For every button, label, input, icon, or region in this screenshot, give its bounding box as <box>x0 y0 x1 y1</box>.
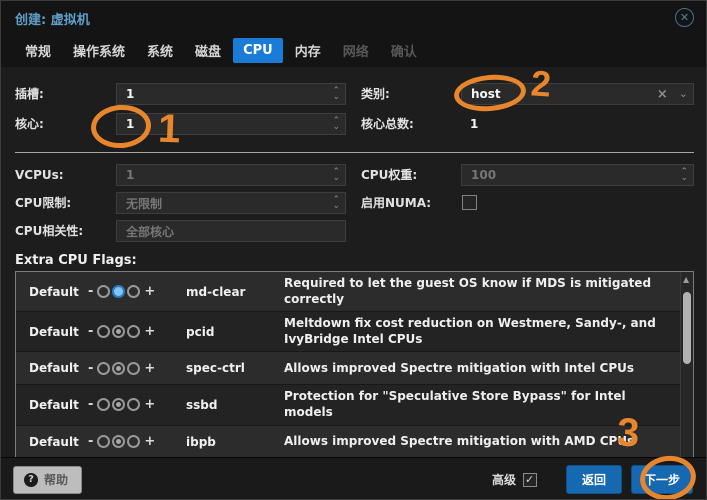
flag-row-spec-ctrl[interactable]: Default - + spec-ctrl Allows improved Sp… <box>16 352 680 386</box>
minus-icon[interactable]: - <box>88 284 93 299</box>
plus-icon[interactable]: + <box>144 284 155 299</box>
total-cores-value: 1 <box>470 117 479 131</box>
spinner-arrows-icon[interactable]: ⌃ ⌄ <box>327 117 345 132</box>
radio-off[interactable] <box>97 435 111 449</box>
minus-icon[interactable]: - <box>88 361 93 376</box>
section-divider <box>15 152 694 153</box>
plus-icon[interactable]: + <box>144 397 155 412</box>
radio-off[interactable] <box>97 285 111 299</box>
cpu-affinity-label: CPU相关性: <box>15 224 84 238</box>
chevron-down-icon[interactable]: ⌄ <box>674 88 693 99</box>
cores-label: 核心: <box>15 117 44 131</box>
create-vm-dialog: 创建: 虚拟机 ✕ 常规 操作系统 系统 磁盘 CPU 内存 网络 确认 插槽:… <box>0 0 707 500</box>
spinner-arrows-icon: ⌃ ⌄ <box>332 195 340 211</box>
plus-icon[interactable]: + <box>144 324 155 339</box>
tab-bar: 常规 操作系统 系统 磁盘 CPU 内存 网络 确认 <box>1 33 706 67</box>
flag-radio-group[interactable]: - + <box>88 397 186 412</box>
tab-disks[interactable]: 磁盘 <box>185 36 231 65</box>
table-scrollbar[interactable]: ▲ <box>680 272 693 457</box>
advanced-checkbox[interactable] <box>522 472 537 487</box>
sockets-spinner[interactable]: 1 ⌃ ⌄ <box>116 83 346 105</box>
radio-default-selected[interactable] <box>112 435 126 449</box>
footer-bar: ? 帮助 高级 返回 下一步 <box>1 457 706 499</box>
cpu-limit-spinner: 无限制 ⌃ ⌄ <box>116 192 346 214</box>
radio-on[interactable] <box>127 361 141 375</box>
cpu-affinity-input: 全部核心 <box>116 220 346 242</box>
clear-icon[interactable]: × <box>651 87 674 102</box>
tab-confirm: 确认 <box>390 44 417 60</box>
cpu-type-label: 类别: <box>361 87 390 101</box>
radio-on[interactable] <box>127 398 141 412</box>
minus-icon[interactable]: - <box>88 397 93 412</box>
dialog-title: 创建: 虚拟机 <box>15 13 90 28</box>
flag-row-ssbd[interactable]: Default - + ssbd Protection for "Specula… <box>16 385 680 426</box>
cpu-weight-label: CPU权重: <box>361 168 418 182</box>
scrollbar-thumb[interactable] <box>683 292 691 364</box>
cpu-type-combo[interactable]: host × ⌄ <box>461 83 694 105</box>
flag-row-pcid[interactable]: Default - + pcid Meltdown fix cost reduc… <box>16 312 680 353</box>
sockets-label: 插槽: <box>15 87 44 101</box>
tab-cpu[interactable]: CPU <box>233 37 283 63</box>
back-button[interactable]: 返回 <box>565 465 622 494</box>
radio-on[interactable] <box>127 435 141 449</box>
minus-icon[interactable]: - <box>88 324 93 339</box>
tab-system[interactable]: 系统 <box>137 36 183 65</box>
next-button[interactable]: 下一步 <box>630 465 693 494</box>
spinner-arrows-icon: ⌃ ⌄ <box>680 167 688 183</box>
tab-memory[interactable]: 内存 <box>285 36 331 65</box>
help-button[interactable]: ? 帮助 <box>13 466 83 494</box>
minus-icon[interactable]: - <box>88 434 93 449</box>
extra-cpu-flags-title: Extra CPU Flags: <box>15 253 137 268</box>
spinner-arrows-icon[interactable]: ⌃ ⌄ <box>327 87 345 102</box>
help-icon: ? <box>24 472 38 487</box>
flag-row-md-clear[interactable]: Default - + md-clear Required to let the… <box>16 272 680 313</box>
cores-spinner[interactable]: 1 ⌃ ⌄ <box>116 113 346 135</box>
tab-general[interactable]: 常规 <box>15 36 61 65</box>
flag-radio-group[interactable]: - + <box>88 434 186 449</box>
radio-off[interactable] <box>97 398 111 412</box>
vcpus-label: VCPUs: <box>15 168 64 182</box>
numa-label: 启用NUMA: <box>361 196 432 210</box>
flag-row-ibpb[interactable]: Default - + ibpb Allows improved Spectre… <box>16 425 680 459</box>
cpu-flags-table: Default - + md-clear Required to let the… <box>15 271 694 459</box>
radio-on[interactable] <box>127 325 141 339</box>
vcpus-spinner: 1 ⌃ ⌄ <box>116 164 346 186</box>
plus-icon[interactable]: + <box>144 434 155 449</box>
numa-checkbox[interactable] <box>462 195 477 210</box>
cpu-weight-spinner: 100 ⌃ ⌄ <box>461 164 694 186</box>
flag-radio-group[interactable]: - + <box>88 324 186 339</box>
spinner-arrows-icon: ⌃ ⌄ <box>332 167 340 183</box>
advanced-label: 高级 <box>491 473 516 487</box>
radio-off[interactable] <box>97 361 111 375</box>
flag-radio-group[interactable]: - + <box>88 361 186 376</box>
help-button-label: 帮助 <box>44 473 69 487</box>
radio-off[interactable] <box>97 325 111 339</box>
radio-default-selected[interactable] <box>112 325 126 339</box>
total-cores-label: 核心总数: <box>361 117 414 131</box>
radio-default-selected[interactable] <box>112 361 126 375</box>
scroll-up-icon[interactable]: ▲ <box>683 275 689 284</box>
tab-os[interactable]: 操作系统 <box>63 36 135 65</box>
flag-radio-group[interactable]: - + <box>88 284 186 299</box>
titlebar: 创建: 虚拟机 ✕ <box>1 1 706 33</box>
cpu-limit-label: CPU限制: <box>15 196 72 210</box>
close-icon[interactable]: ✕ <box>675 8 694 27</box>
radio-default-selected[interactable] <box>112 285 126 299</box>
tab-network: 网络 <box>342 44 369 60</box>
radio-on[interactable] <box>127 285 141 299</box>
radio-default-selected[interactable] <box>112 398 126 412</box>
plus-icon[interactable]: + <box>144 361 155 376</box>
